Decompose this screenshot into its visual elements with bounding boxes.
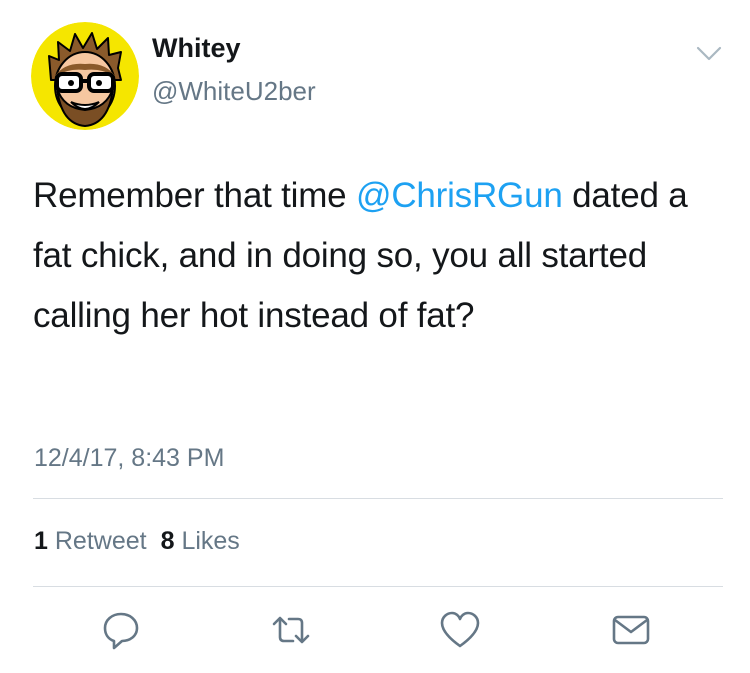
divider xyxy=(33,498,723,499)
likes-count: 8 xyxy=(160,527,175,555)
tweet-stats: 1 Retweet 8 Likes xyxy=(34,527,240,556)
reply-icon[interactable] xyxy=(99,608,143,652)
avatar[interactable] xyxy=(31,22,139,130)
retweets-count: 1 xyxy=(34,527,48,555)
retweets-stat[interactable]: 1 Retweet xyxy=(34,527,147,555)
tweet-card: Whitey @WhiteU2ber Remember that time @C… xyxy=(0,0,750,673)
retweets-label: Retweet xyxy=(54,527,147,555)
likes-stat[interactable]: 8 Likes xyxy=(161,527,240,555)
display-name[interactable]: Whitey xyxy=(152,33,241,64)
tweet-text: Remember that time @ChrisRGun dated a fa… xyxy=(33,166,723,346)
retweet-icon[interactable] xyxy=(269,608,313,652)
cartoon-avatar-icon xyxy=(31,22,139,130)
chevron-down-icon[interactable] xyxy=(693,40,725,66)
like-icon[interactable] xyxy=(438,608,482,652)
likes-label: Likes xyxy=(181,527,240,555)
tweet-timestamp[interactable]: 12/4/17, 8:43 PM xyxy=(34,444,224,473)
user-handle[interactable]: @WhiteU2ber xyxy=(152,76,316,107)
divider xyxy=(33,586,723,587)
tweet-text-start: Remember that time xyxy=(33,176,356,215)
mention-link[interactable]: @ChrisRGun xyxy=(356,176,563,215)
direct-message-icon[interactable] xyxy=(609,608,653,652)
